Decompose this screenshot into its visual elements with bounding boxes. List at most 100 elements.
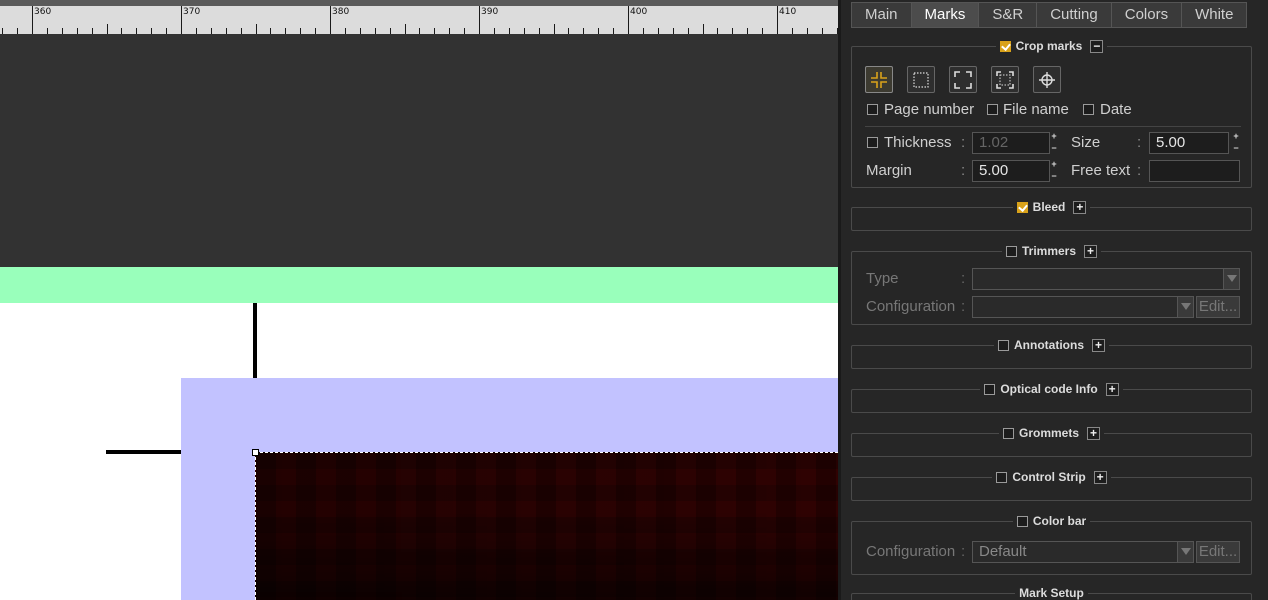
margin-spinner[interactable]: + −	[1050, 160, 1058, 182]
trimmers-configuration-colon: :	[961, 298, 966, 315]
annotations-header: Annotations +	[852, 337, 1251, 353]
crop-marks-header-inner: Crop marks −	[995, 39, 1108, 53]
bleed-checkbox[interactable]	[1016, 201, 1028, 213]
color-bar-header: Color bar	[852, 513, 1251, 529]
control-strip-expand-button[interactable]: +	[1093, 470, 1107, 484]
grommets-title: Grommets	[1018, 426, 1080, 440]
crop-mark-horizontal	[106, 450, 181, 454]
optical-code-header-inner: Optical code Info +	[980, 382, 1123, 396]
document-canvas[interactable]: 360 370 380 390 400 410	[0, 0, 838, 600]
marks-panel: Main Marks S&R Cutting Colors White Crop…	[838, 0, 1268, 600]
crop-style-dotted-rect-button[interactable]	[907, 66, 935, 93]
crop-style-outer-corner-button[interactable]	[949, 66, 977, 93]
trimmers-configuration-label: Configuration	[866, 298, 956, 315]
tab-marks[interactable]: Marks	[910, 2, 979, 28]
ruler-label: 370	[183, 7, 201, 17]
optical-code-expand-button[interactable]: +	[1105, 382, 1119, 396]
outer-corner-icon	[954, 70, 972, 89]
trimmers-type-dropdown-icon[interactable]	[1223, 269, 1239, 289]
selection-handle[interactable]	[252, 449, 259, 456]
grommets-expand-button[interactable]: +	[1087, 426, 1101, 440]
thickness-input[interactable]: 1.02	[972, 132, 1050, 154]
trimmers-checkbox[interactable]	[1005, 245, 1017, 257]
thickness-spinner[interactable]: + −	[1050, 132, 1058, 154]
horizontal-ruler[interactable]: 360 370 380 390 400 410	[0, 0, 838, 34]
annotations-expand-button[interactable]: +	[1092, 338, 1105, 352]
corner-dotted-icon	[996, 70, 1014, 89]
trimmers-title: Trimmers	[1021, 244, 1077, 258]
tab-colors[interactable]: Colors	[1110, 2, 1182, 28]
tab-main[interactable]: Main	[851, 2, 911, 28]
free-text-label: Free text	[1071, 162, 1131, 179]
crop-marks-header: Crop marks −	[852, 38, 1251, 54]
trimmers-configuration-dropdown-icon[interactable]	[1177, 297, 1193, 317]
color-bar-configuration-dropdown-icon[interactable]	[1177, 542, 1193, 562]
trimmers-expand-button[interactable]: +	[1084, 244, 1098, 258]
trimmers-edit-button[interactable]: Edit...	[1196, 296, 1240, 318]
color-bar-configuration-colon: :	[961, 543, 966, 560]
trimmers-type-select[interactable]	[972, 268, 1240, 290]
control-strip-title: Control Strip	[1012, 470, 1086, 484]
grommets-checkbox[interactable]	[1002, 427, 1014, 439]
thickness-label: Thickness	[884, 134, 952, 151]
control-strip-header-inner: Control Strip +	[992, 470, 1111, 484]
tab-cutting[interactable]: Cutting	[1036, 2, 1111, 28]
ruler-label: 410	[779, 7, 797, 17]
optical-code-title: Optical code Info	[1000, 382, 1098, 396]
control-strip-header: Control Strip +	[852, 469, 1251, 485]
size-input[interactable]: 5.00	[1149, 132, 1229, 154]
tab-white[interactable]: White	[1181, 2, 1248, 28]
bleed-header-inner: Bleed +	[1012, 200, 1091, 214]
print-image[interactable]	[255, 452, 838, 600]
file-name-checkbox[interactable]	[987, 104, 998, 115]
crop-style-corner-dotted-button[interactable]	[991, 66, 1019, 93]
color-bar-checkbox[interactable]	[1016, 515, 1028, 527]
panel-tabs: Main Marks S&R Cutting Colors White	[851, 2, 1248, 28]
thickness-checkbox[interactable]	[867, 137, 878, 148]
size-label: Size	[1071, 134, 1101, 151]
page-number-checkbox[interactable]	[867, 104, 878, 115]
margin-input[interactable]: 5.00	[972, 160, 1050, 182]
color-bar-configuration-select[interactable]: Default	[972, 541, 1194, 563]
crop-marks-checkbox[interactable]	[999, 40, 1011, 52]
ruler-label: 380	[332, 7, 350, 17]
crop-style-registration-button[interactable]	[1033, 66, 1061, 93]
ruler-tick	[777, 6, 778, 34]
color-bar-edit-button[interactable]: Edit...	[1196, 541, 1240, 563]
crop-marks-collapse-button[interactable]: −	[1090, 39, 1104, 53]
free-text-colon: :	[1137, 162, 1142, 179]
trimmers-header-inner: Trimmers +	[1001, 244, 1102, 258]
ruler-tick	[703, 24, 704, 34]
spin-down-icon[interactable]: −	[1232, 144, 1240, 154]
size-spinner[interactable]: + −	[1232, 132, 1240, 154]
grommets-header: Grommets +	[852, 425, 1251, 441]
trimmers-configuration-select[interactable]	[972, 296, 1194, 318]
spin-up-icon[interactable]: +	[1050, 160, 1058, 170]
mark-setup-section: Mark Setup	[851, 586, 1252, 600]
spin-down-icon[interactable]: −	[1050, 144, 1058, 154]
ruler-tick	[256, 24, 257, 34]
bleed-expand-button[interactable]: +	[1073, 200, 1087, 214]
margin-label: Margin	[866, 162, 912, 179]
annotations-checkbox[interactable]	[998, 339, 1009, 351]
spin-up-icon[interactable]: +	[1050, 132, 1058, 142]
crop-marks-divider	[865, 126, 1241, 127]
trimmers-header: Trimmers +	[852, 243, 1251, 259]
thickness-colon: :	[961, 134, 966, 151]
bleed-title: Bleed	[1032, 200, 1066, 214]
ruler-tick	[181, 6, 182, 34]
optical-code-checkbox[interactable]	[984, 383, 996, 395]
ruler-label: 390	[481, 7, 499, 17]
free-text-input[interactable]	[1149, 160, 1240, 182]
control-strip-checkbox[interactable]	[996, 471, 1008, 483]
spin-down-icon[interactable]: −	[1050, 172, 1058, 182]
date-checkbox[interactable]	[1083, 104, 1094, 115]
ruler-tick	[628, 6, 629, 34]
crop-style-inner-corner-button[interactable]	[865, 66, 893, 93]
optical-code-header: Optical code Info +	[852, 381, 1251, 397]
tab-s-and-r[interactable]: S&R	[978, 2, 1037, 28]
ruler-tick	[479, 6, 480, 34]
spin-up-icon[interactable]: +	[1232, 132, 1240, 142]
inner-corner-icon	[871, 71, 887, 88]
ruler-label: 360	[34, 7, 52, 17]
